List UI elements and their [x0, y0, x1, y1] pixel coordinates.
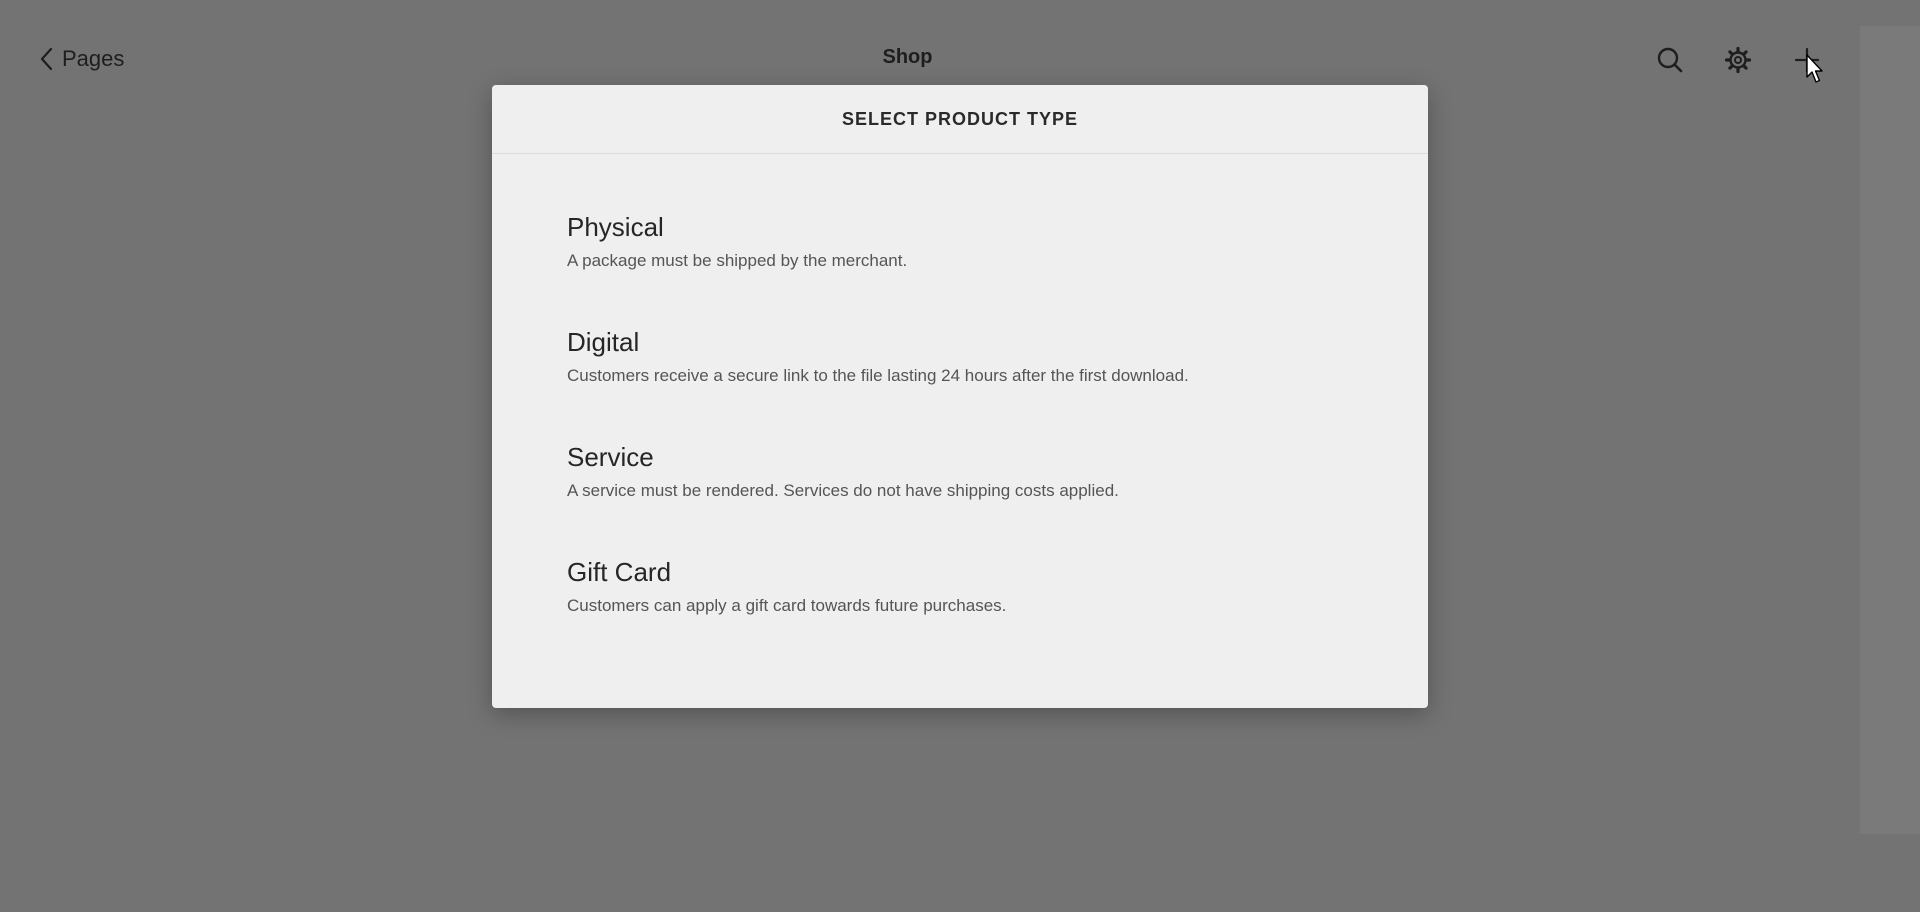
option-title: Service: [567, 442, 654, 472]
option-title: Gift Card: [567, 557, 672, 587]
option-description: A service must be rendered. Services do …: [567, 481, 1119, 500]
product-type-option-service[interactable]: Service A service must be rendered. Serv…: [567, 442, 1353, 557]
option-title: Digital: [567, 327, 640, 357]
product-type-options: Physical A package must be shipped by th…: [492, 154, 1428, 672]
dialog-header: SELECT PRODUCT TYPE: [492, 85, 1428, 154]
search-icon: [1656, 46, 1684, 74]
page-overlay: Pages Shop SELECT PRODUCT TYPE Physical …: [0, 0, 1920, 912]
preview-panel-edge: [1860, 26, 1920, 834]
select-product-type-dialog: SELECT PRODUCT TYPE Physical A package m…: [492, 85, 1428, 708]
search-button[interactable]: [1654, 44, 1686, 76]
gear-icon: [1724, 46, 1752, 74]
settings-button[interactable]: [1722, 44, 1754, 76]
option-description: A package must be shipped by the merchan…: [567, 251, 908, 270]
option-description: Customers receive a secure link to the f…: [567, 366, 1189, 385]
mouse-cursor-icon: [1806, 54, 1824, 84]
product-type-option-gift-card[interactable]: Gift Card Customers can apply a gift car…: [567, 557, 1353, 672]
option-title: Physical: [567, 212, 664, 242]
option-description: Customers can apply a gift card towards …: [567, 596, 1007, 615]
page-title: Shop: [882, 46, 933, 68]
chevron-left-icon: [40, 47, 54, 71]
back-link-label: Pages: [62, 46, 125, 71]
dialog-title: SELECT PRODUCT TYPE: [841, 108, 1079, 129]
product-type-option-physical[interactable]: Physical A package must be shipped by th…: [567, 212, 1353, 327]
product-type-option-digital[interactable]: Digital Customers receive a secure link …: [567, 327, 1353, 442]
back-to-pages-link[interactable]: Pages: [40, 44, 124, 74]
